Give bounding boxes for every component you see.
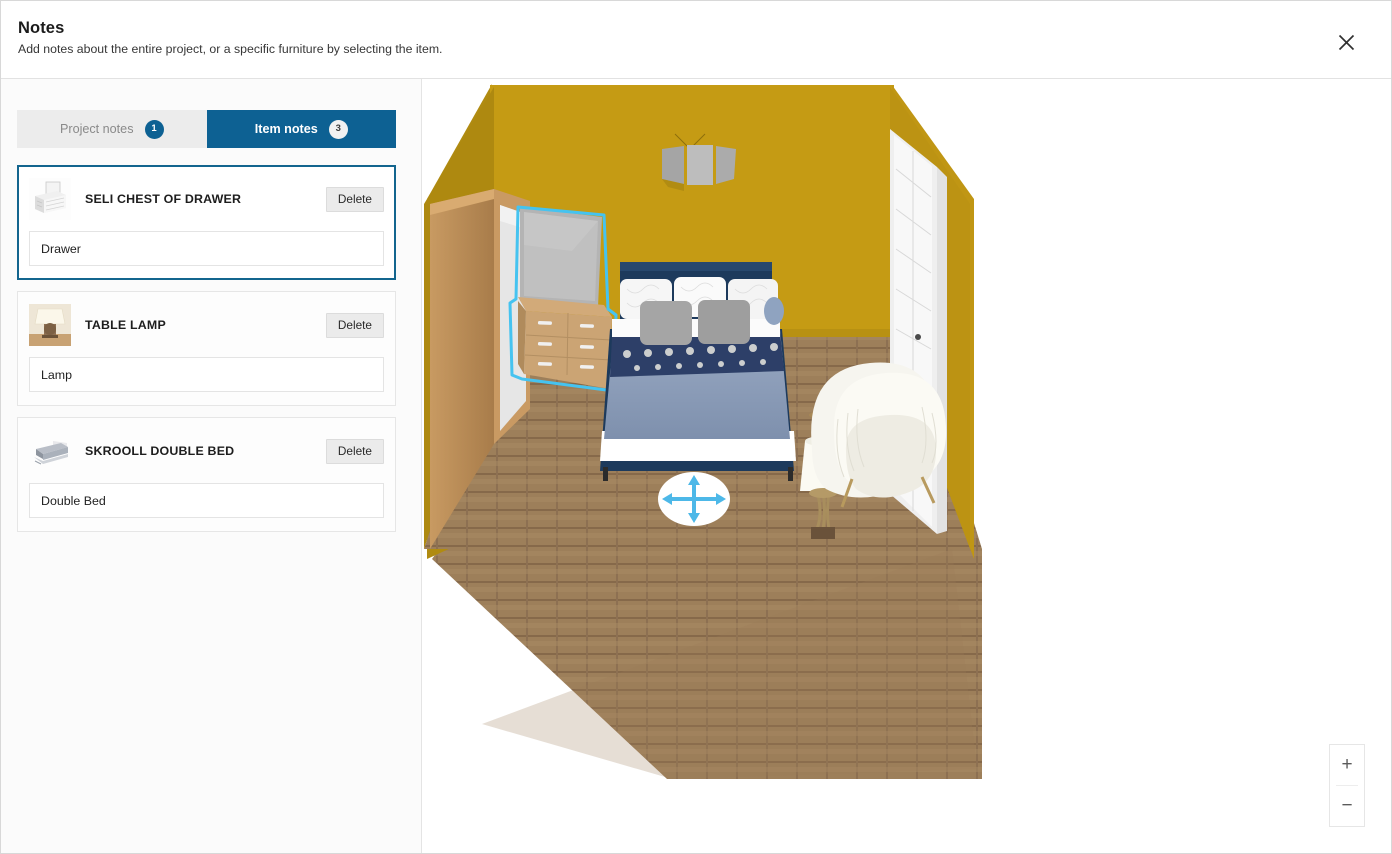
tab-project-notes-label: Project notes bbox=[59, 122, 134, 136]
note-card-table-lamp[interactable]: TABLE LAMP Delete Lamp bbox=[17, 291, 396, 406]
notes-side-panel: Project notes 1 Item notes 3 SELI CHEST … bbox=[1, 79, 422, 853]
note-card-chest-of-drawer[interactable]: SELI CHEST OF DRAWER Delete Drawer bbox=[17, 165, 396, 280]
tab-item-notes-label: Item notes bbox=[254, 122, 318, 136]
3d-viewport[interactable]: + − bbox=[422, 79, 1391, 853]
note-card-double-bed[interactable]: SKROOLL DOUBLE BED Delete Double Bed bbox=[17, 417, 396, 532]
page-subtitle: Add notes about the entire project, or a… bbox=[18, 42, 443, 56]
armchair bbox=[811, 362, 947, 508]
zoom-out-button[interactable]: − bbox=[1330, 786, 1364, 826]
zoom-controls: + − bbox=[1329, 744, 1365, 827]
note-item-name: TABLE LAMP bbox=[85, 318, 166, 332]
move-gizmo bbox=[658, 472, 730, 526]
note-card-header: SKROOLL DOUBLE BED Delete bbox=[29, 429, 384, 473]
double-bed-thumbnail-icon bbox=[29, 430, 71, 472]
zoom-in-button[interactable]: + bbox=[1330, 745, 1364, 785]
delete-note-button[interactable]: Delete bbox=[325, 438, 384, 464]
tab-item-notes-badge: 3 bbox=[328, 119, 348, 139]
close-icon[interactable] bbox=[1331, 27, 1361, 57]
note-text-input[interactable]: Drawer bbox=[29, 231, 384, 266]
note-item-name: SKROOLL DOUBLE BED bbox=[85, 444, 235, 458]
notes-tabs: Project notes 1 Item notes 3 bbox=[17, 110, 396, 148]
page-title: Notes bbox=[18, 19, 65, 37]
table-lamp-thumbnail-icon bbox=[29, 304, 71, 346]
tab-project-notes-badge: 1 bbox=[144, 119, 164, 139]
room-scene[interactable] bbox=[422, 79, 1391, 853]
tab-item-notes[interactable]: Item notes 3 bbox=[206, 110, 396, 148]
notes-dialog: Notes Add notes about the entire project… bbox=[0, 0, 1392, 854]
double-bed bbox=[600, 262, 796, 481]
chest-of-drawer-thumbnail-icon bbox=[29, 178, 71, 220]
note-item-name: SELI CHEST OF DRAWER bbox=[85, 192, 242, 206]
dialog-header: Notes Add notes about the entire project… bbox=[1, 1, 1391, 79]
note-text-input[interactable]: Lamp bbox=[29, 357, 384, 392]
delete-note-button[interactable]: Delete bbox=[325, 186, 384, 212]
note-card-header: TABLE LAMP Delete bbox=[29, 303, 384, 347]
note-card-header: SELI CHEST OF DRAWER Delete bbox=[29, 177, 384, 221]
delete-note-button[interactable]: Delete bbox=[325, 312, 384, 338]
tab-project-notes[interactable]: Project notes 1 bbox=[17, 110, 207, 148]
note-text-input[interactable]: Double Bed bbox=[29, 483, 384, 518]
dialog-body: Project notes 1 Item notes 3 SELI CHEST … bbox=[1, 79, 1391, 853]
